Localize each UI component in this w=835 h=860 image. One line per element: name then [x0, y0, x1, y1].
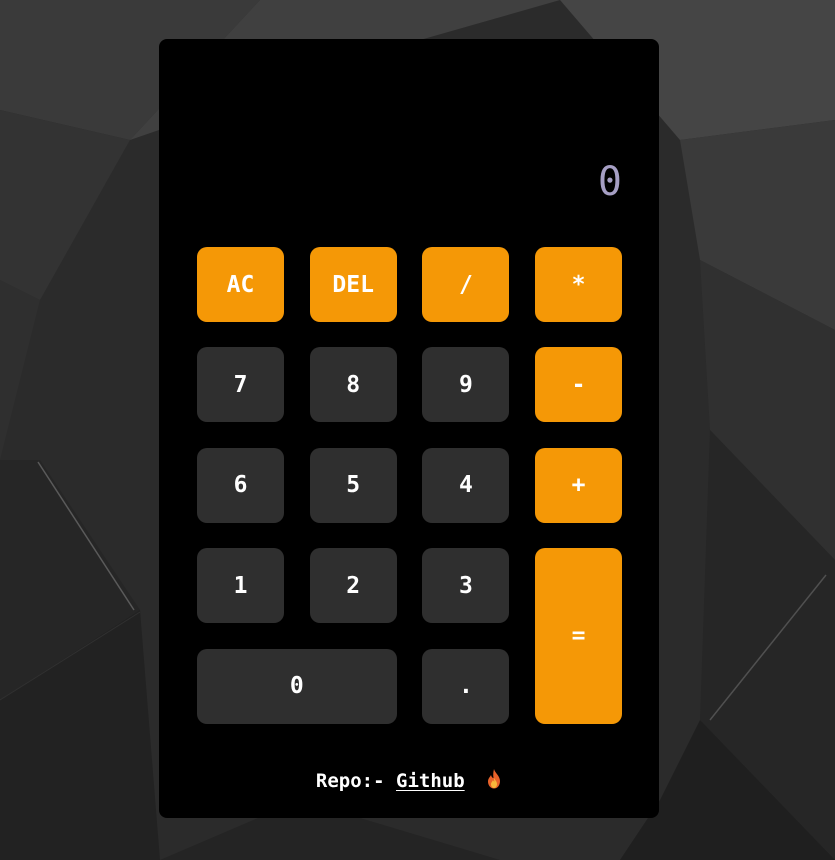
- all-clear-button[interactable]: AC: [197, 247, 284, 322]
- digit-3-button[interactable]: 3: [422, 548, 510, 624]
- digit-7-button[interactable]: 7: [197, 347, 284, 423]
- fire-icon: [486, 769, 502, 794]
- digit-9-button[interactable]: 9: [422, 347, 510, 423]
- digit-5-button[interactable]: 5: [309, 447, 397, 523]
- equals-button[interactable]: =: [535, 548, 623, 724]
- subtract-button[interactable]: -: [535, 347, 623, 423]
- repo-footer: Repo:- Github: [159, 769, 659, 794]
- digit-2-button[interactable]: 2: [309, 548, 397, 624]
- result-display: 0: [597, 159, 622, 205]
- decimal-button[interactable]: .: [422, 648, 510, 724]
- keypad: AC DEL / * 7 8 9- 6 5 4 +1 2 3 = 0.: [197, 247, 623, 724]
- digit-6-button[interactable]: 6: [197, 447, 284, 523]
- add-button[interactable]: +: [535, 447, 623, 523]
- github-link[interactable]: Github: [396, 770, 465, 792]
- digit-1-button[interactable]: 1: [197, 548, 284, 624]
- digit-8-button[interactable]: 8: [309, 347, 397, 423]
- delete-button[interactable]: DEL: [309, 247, 397, 322]
- digit-4-button[interactable]: 4: [422, 447, 510, 523]
- repo-label: Repo:-: [315, 770, 385, 792]
- calculator-panel: 0 AC DEL / * 7 8 9- 6 5 4 +1 2 3 = 0. Repo:- Github: [159, 39, 659, 818]
- divide-button[interactable]: /: [422, 247, 510, 322]
- multiply-button[interactable]: *: [535, 247, 623, 322]
- digit-0-button[interactable]: 0: [197, 648, 397, 724]
